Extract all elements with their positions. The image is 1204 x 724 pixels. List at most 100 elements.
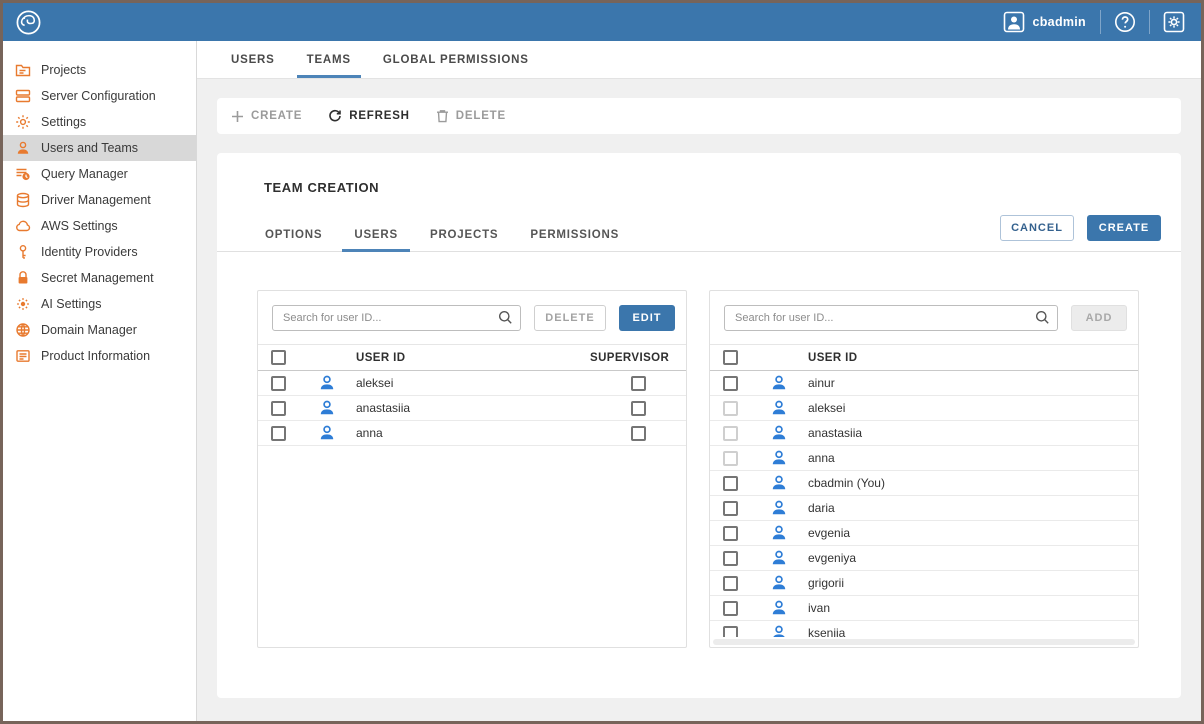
- sidebar-item-users-and-teams[interactable]: Users and Teams: [3, 135, 196, 161]
- row-checkbox[interactable]: [271, 376, 286, 391]
- row-checkbox[interactable]: [723, 626, 738, 638]
- sidebar-item-label: Projects: [41, 63, 86, 77]
- member-search-input[interactable]: [272, 305, 521, 331]
- create-team-button[interactable]: CREATE: [231, 110, 302, 123]
- trash-icon: [436, 109, 449, 123]
- edit-users-button[interactable]: EDIT: [619, 305, 675, 331]
- table-row[interactable]: aleksei: [710, 396, 1138, 421]
- subtab-options[interactable]: OPTIONS: [249, 219, 338, 251]
- help-button[interactable]: [1101, 11, 1149, 33]
- sidebar-item-identity-providers[interactable]: Identity Providers: [3, 239, 196, 265]
- cancel-button[interactable]: CANCEL: [1000, 215, 1074, 241]
- sidebar-item-aws-settings[interactable]: AWS Settings: [3, 213, 196, 239]
- supervisor-checkbox[interactable]: [631, 401, 646, 416]
- creation-tab-bar: OPTIONS USERS PROJECTS PERMISSIONS CANCE…: [217, 215, 1181, 252]
- settings-button[interactable]: [1150, 11, 1187, 33]
- user-icon: [770, 524, 788, 542]
- table-row[interactable]: ainur: [710, 371, 1138, 396]
- sidebar-item-label: Secret Management: [41, 271, 154, 285]
- table-row[interactable]: anna: [258, 421, 686, 446]
- user-id-cell: ainur: [808, 376, 1138, 390]
- supervisor-checkbox[interactable]: [631, 426, 646, 441]
- row-checkbox: [723, 426, 738, 441]
- user-id-cell: evgenia: [808, 526, 1138, 540]
- subtab-users[interactable]: USERS: [338, 219, 414, 251]
- table-row[interactable]: anastasiia: [710, 421, 1138, 446]
- username-label: cbadmin: [1033, 15, 1087, 29]
- row-checkbox[interactable]: [723, 501, 738, 516]
- user-id-cell: ivan: [808, 601, 1138, 615]
- sidebar-item-settings[interactable]: Settings: [3, 109, 196, 135]
- create-button[interactable]: CREATE: [1087, 215, 1161, 241]
- row-checkbox[interactable]: [723, 526, 738, 541]
- supervisor-checkbox[interactable]: [631, 376, 646, 391]
- refresh-button[interactable]: REFRESH: [328, 109, 410, 123]
- table-row[interactable]: cbadmin (You): [710, 471, 1138, 496]
- row-checkbox[interactable]: [271, 401, 286, 416]
- table-row[interactable]: anna: [710, 446, 1138, 471]
- row-checkbox[interactable]: [723, 376, 738, 391]
- sidebar-item-secret-management[interactable]: Secret Management: [3, 265, 196, 291]
- panel-title: TEAM CREATION: [217, 153, 1181, 195]
- table-row[interactable]: kseniia: [710, 621, 1138, 637]
- row-checkbox[interactable]: [723, 551, 738, 566]
- user-menu[interactable]: cbadmin: [989, 11, 1101, 33]
- horizontal-scrollbar[interactable]: [713, 639, 1135, 645]
- subtab-projects[interactable]: PROJECTS: [414, 219, 514, 251]
- select-all-checkbox[interactable]: [271, 350, 286, 365]
- lock-icon: [15, 270, 31, 286]
- row-checkbox[interactable]: [271, 426, 286, 441]
- table-row[interactable]: evgenia: [710, 521, 1138, 546]
- row-checkbox: [723, 451, 738, 466]
- table-row[interactable]: grigorii: [710, 571, 1138, 596]
- user-icon: [770, 399, 788, 417]
- select-all-checkbox[interactable]: [723, 350, 738, 365]
- subtab-permissions[interactable]: PERMISSIONS: [514, 219, 635, 251]
- server-icon: [15, 88, 31, 104]
- table-row[interactable]: ivan: [710, 596, 1138, 621]
- table-row[interactable]: evgeniya: [710, 546, 1138, 571]
- teams-toolbar: CREATE REFRESH DELETE: [217, 98, 1181, 134]
- sidebar-item-driver-management[interactable]: Driver Management: [3, 187, 196, 213]
- users-tables: DELETE EDIT USER ID SUPERVISOR aleksei a…: [217, 252, 1181, 648]
- plus-icon: [231, 110, 244, 123]
- user-id-cell: aleksei: [808, 401, 1138, 415]
- tab-users[interactable]: USERS: [215, 41, 291, 78]
- row-checkbox[interactable]: [723, 601, 738, 616]
- sidebar-item-label: Product Information: [41, 349, 150, 363]
- user-id-cell: anna: [356, 426, 590, 440]
- user-id-cell: anna: [808, 451, 1138, 465]
- table-row[interactable]: daria: [710, 496, 1138, 521]
- user-icon: [15, 140, 31, 156]
- search-icon: [498, 310, 513, 325]
- col-supervisor: SUPERVISOR: [590, 352, 686, 364]
- row-checkbox[interactable]: [723, 476, 738, 491]
- sidebar-item-product-information[interactable]: Product Information: [3, 343, 196, 369]
- table-header: USER ID SUPERVISOR: [258, 344, 686, 371]
- sidebar-item-projects[interactable]: Projects: [3, 57, 196, 83]
- row-checkbox[interactable]: [723, 576, 738, 591]
- user-id-cell: grigorii: [808, 576, 1138, 590]
- remove-users-button[interactable]: DELETE: [534, 305, 606, 331]
- delete-team-button[interactable]: DELETE: [436, 109, 506, 123]
- user-id-cell: daria: [808, 501, 1138, 515]
- sidebar-item-query-manager[interactable]: Query Manager: [3, 161, 196, 187]
- tab-teams[interactable]: TEAMS: [291, 41, 367, 78]
- table-row[interactable]: anastasiia: [258, 396, 686, 421]
- table-row[interactable]: aleksei: [258, 371, 686, 396]
- user-search-input[interactable]: [724, 305, 1058, 331]
- add-users-button[interactable]: ADD: [1071, 305, 1127, 331]
- user-icon: [770, 599, 788, 617]
- sidebar-item-domain-manager[interactable]: Domain Manager: [3, 317, 196, 343]
- sidebar-item-server-configuration[interactable]: Server Configuration: [3, 83, 196, 109]
- gear-icon: [1163, 11, 1185, 33]
- user-search: [724, 305, 1058, 331]
- user-icon: [770, 474, 788, 492]
- tab-global-permissions[interactable]: GLOBAL PERMISSIONS: [367, 41, 545, 78]
- sidebar-item-label: Settings: [41, 115, 86, 129]
- col-user-id: USER ID: [356, 352, 590, 364]
- team-creation-panel: TEAM CREATION OPTIONS USERS PROJECTS PER…: [217, 153, 1181, 698]
- member-search: [272, 305, 521, 331]
- sidebar-item-ai-settings[interactable]: AI Settings: [3, 291, 196, 317]
- user-icon: [770, 374, 788, 392]
